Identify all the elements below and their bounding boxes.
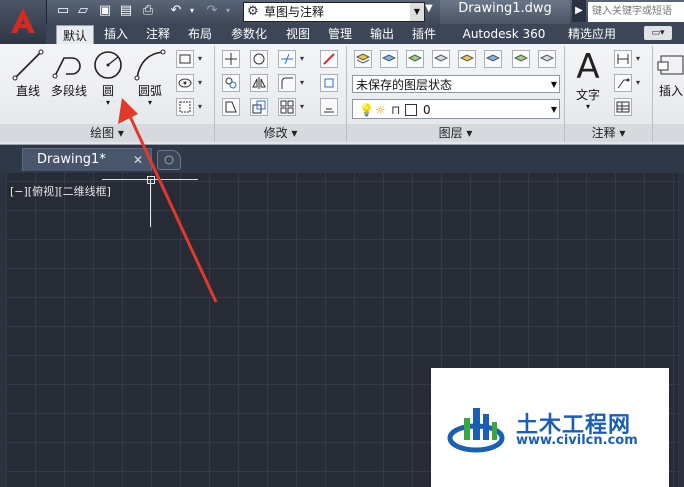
civilcn-logo-icon [447, 408, 505, 453]
watermark-url: www.civilcn.com [516, 433, 638, 448]
